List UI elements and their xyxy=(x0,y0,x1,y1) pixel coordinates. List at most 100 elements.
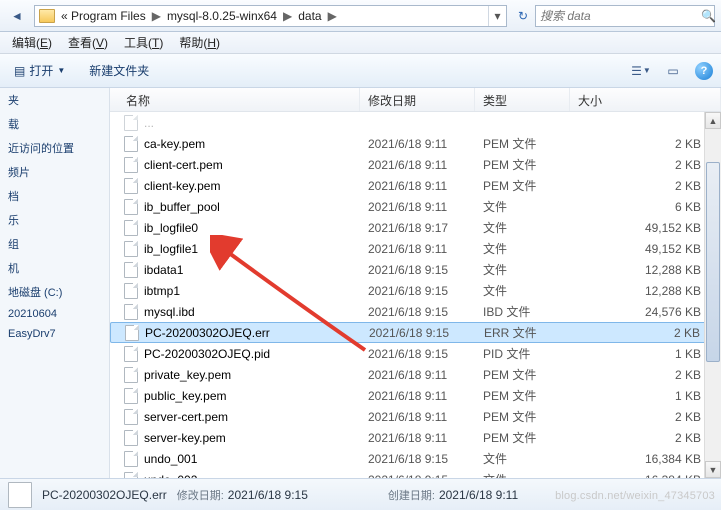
search-input[interactable] xyxy=(536,9,701,23)
sidebar-item[interactable]: 20210604 xyxy=(0,304,109,324)
nav-back-button[interactable]: ◄ xyxy=(4,4,30,28)
file-date: 2021/6/18 9:11 xyxy=(360,200,475,214)
file-size: 2 KB xyxy=(571,326,720,340)
preview-pane-button[interactable]: ▭ xyxy=(663,61,683,81)
chevron-right-icon: ▶ xyxy=(324,9,341,23)
file-size: 24,576 KB xyxy=(570,305,721,319)
menu-item[interactable]: 帮助(H) xyxy=(171,32,228,53)
status-created-label: 创建日期: xyxy=(388,487,435,503)
file-name: ibdata1 xyxy=(144,263,183,277)
status-bar: PC-20200302OJEQ.err 修改日期: 2021/6/18 9:15… xyxy=(0,478,721,510)
menu-bar: 编辑(E)查看(V)工具(T)帮助(H) xyxy=(0,32,721,54)
file-name: ib_logfile0 xyxy=(144,221,198,235)
scroll-up-button[interactable]: ▲ xyxy=(705,112,721,129)
header-name[interactable]: 名称 xyxy=(110,88,360,111)
file-type: PEM 文件 xyxy=(475,408,570,425)
menu-item[interactable]: 编辑(E) xyxy=(4,32,60,53)
file-date: 2021/6/18 9:17 xyxy=(360,221,475,235)
header-type[interactable]: 类型 xyxy=(475,88,570,111)
file-name: private_key.pem xyxy=(144,368,231,382)
file-date: 2021/6/18 9:15 xyxy=(360,452,475,466)
menu-item[interactable]: 查看(V) xyxy=(60,32,116,53)
breadcrumb-segment[interactable]: « Program Files xyxy=(59,9,148,23)
help-button[interactable]: ? xyxy=(695,62,713,80)
sidebar-item[interactable]: 频片 xyxy=(0,160,109,184)
scroll-thumb[interactable] xyxy=(706,162,720,362)
table-row[interactable]: server-cert.pem2021/6/18 9:11PEM 文件2 KB xyxy=(110,406,721,427)
table-row[interactable]: PC-20200302OJEQ.pid2021/6/18 9:15PID 文件1… xyxy=(110,343,721,364)
address-bar: ◄ « Program Files ▶ mysql-8.0.25-winx64 … xyxy=(0,0,721,32)
address-dropdown-button[interactable]: ▾ xyxy=(488,6,506,26)
file-size: 2 KB xyxy=(570,410,721,424)
file-date: 2021/6/18 9:11 xyxy=(360,158,475,172)
file-size: 2 KB xyxy=(570,368,721,382)
table-row[interactable]: ibtmp12021/6/18 9:15文件12,288 KB xyxy=(110,280,721,301)
refresh-button[interactable]: ↻ xyxy=(511,9,535,23)
sidebar-item[interactable]: 近访问的位置 xyxy=(0,136,109,160)
table-row[interactable]: undo_0022021/6/18 9:15文件16,384 KB xyxy=(110,469,721,478)
file-type: 文件 xyxy=(475,450,570,467)
open-button[interactable]: ▤ 打开 ▼ xyxy=(8,60,71,81)
scroll-down-button[interactable]: ▼ xyxy=(705,461,721,478)
table-row[interactable]: PC-20200302OJEQ.err2021/6/18 9:15ERR 文件2… xyxy=(110,322,721,343)
new-folder-label: 新建文件夹 xyxy=(89,62,149,79)
file-list: 名称 修改日期 类型 大小 ... ca-key.pem2021/6/18 9:… xyxy=(110,88,721,478)
table-row[interactable]: ibdata12021/6/18 9:15文件12,288 KB xyxy=(110,259,721,280)
file-icon xyxy=(124,241,138,257)
vertical-scrollbar[interactable]: ▲ ▼ xyxy=(704,112,721,478)
file-icon xyxy=(124,409,138,425)
file-size: 12,288 KB xyxy=(570,263,721,277)
table-row[interactable]: private_key.pem2021/6/18 9:11PEM 文件2 KB xyxy=(110,364,721,385)
search-icon[interactable]: 🔍 xyxy=(701,9,716,23)
table-row[interactable]: public_key.pem2021/6/18 9:11PEM 文件1 KB xyxy=(110,385,721,406)
table-row[interactable]: client-key.pem2021/6/18 9:11PEM 文件2 KB xyxy=(110,175,721,196)
file-icon xyxy=(124,388,138,404)
breadcrumb-segment[interactable]: mysql-8.0.25-winx64 xyxy=(165,9,279,23)
search-box[interactable]: 🔍 xyxy=(535,5,715,27)
file-type: PEM 文件 xyxy=(475,366,570,383)
file-name: PC-20200302OJEQ.pid xyxy=(144,347,270,361)
sidebar-item[interactable]: 乐 xyxy=(0,208,109,232)
new-folder-button[interactable]: 新建文件夹 xyxy=(83,60,155,81)
chevron-right-icon: ▶ xyxy=(148,9,165,23)
table-row[interactable]: ... xyxy=(110,112,721,133)
file-size: 49,152 KB xyxy=(570,221,721,235)
table-row[interactable]: ca-key.pem2021/6/18 9:11PEM 文件2 KB xyxy=(110,133,721,154)
table-row[interactable]: client-cert.pem2021/6/18 9:11PEM 文件2 KB xyxy=(110,154,721,175)
file-size: 2 KB xyxy=(570,179,721,193)
breadcrumb-segment[interactable]: data xyxy=(296,9,323,23)
file-type: 文件 xyxy=(475,198,570,215)
file-icon xyxy=(124,220,138,236)
sidebar: 夹载近访问的位置频片档乐组机地磁盘 (C:)20210604EasyDrv7 xyxy=(0,88,110,478)
file-size: 2 KB xyxy=(570,137,721,151)
table-row[interactable]: mysql.ibd2021/6/18 9:15IBD 文件24,576 KB xyxy=(110,301,721,322)
table-row[interactable]: ib_buffer_pool2021/6/18 9:11文件6 KB xyxy=(110,196,721,217)
table-row[interactable]: ib_logfile12021/6/18 9:11文件49,152 KB xyxy=(110,238,721,259)
sidebar-item[interactable]: 组 xyxy=(0,232,109,256)
header-date[interactable]: 修改日期 xyxy=(360,88,475,111)
file-size: 6 KB xyxy=(570,200,721,214)
sidebar-item[interactable]: EasyDrv7 xyxy=(0,324,109,344)
sidebar-item[interactable]: 载 xyxy=(0,112,109,136)
table-row[interactable]: ib_logfile02021/6/18 9:17文件49,152 KB xyxy=(110,217,721,238)
file-size: 1 KB xyxy=(570,347,721,361)
file-size: 12,288 KB xyxy=(570,284,721,298)
file-icon xyxy=(124,262,138,278)
body-area: 夹载近访问的位置频片档乐组机地磁盘 (C:)20210604EasyDrv7 名… xyxy=(0,88,721,478)
file-icon xyxy=(124,304,138,320)
file-name: ibtmp1 xyxy=(144,284,180,298)
table-row[interactable]: undo_0012021/6/18 9:15文件16,384 KB xyxy=(110,448,721,469)
menu-item[interactable]: 工具(T) xyxy=(116,32,171,53)
folder-icon xyxy=(39,9,55,23)
sidebar-item[interactable]: 机 xyxy=(0,256,109,280)
file-type: PEM 文件 xyxy=(475,387,570,404)
view-mode-button[interactable]: ☰▼ xyxy=(631,61,651,81)
header-size[interactable]: 大小 xyxy=(570,88,721,111)
breadcrumb-box[interactable]: « Program Files ▶ mysql-8.0.25-winx64 ▶ … xyxy=(34,5,507,27)
sidebar-item[interactable]: 夹 xyxy=(0,88,109,112)
status-filename: PC-20200302OJEQ.err xyxy=(42,488,167,502)
table-row[interactable]: server-key.pem2021/6/18 9:11PEM 文件2 KB xyxy=(110,427,721,448)
sidebar-item[interactable]: 地磁盘 (C:) xyxy=(0,280,109,304)
file-date: 2021/6/18 9:11 xyxy=(360,179,475,193)
sidebar-item[interactable]: 档 xyxy=(0,184,109,208)
